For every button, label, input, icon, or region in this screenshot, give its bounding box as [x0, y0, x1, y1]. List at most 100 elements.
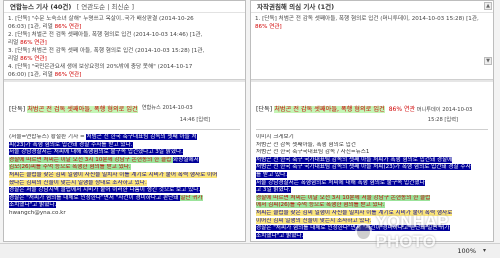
highlighted-text: 김모(26)씨를 주먹 등으로 폭행한 혐의를 받고 있다. [9, 164, 131, 171]
highlighted-text: 화장실에서 [173, 156, 199, 163]
list-item[interactable]: 리얼 86% 연관] [8, 55, 241, 63]
highlighted-text: 씨(23)가 폭행 혐의로 입건돼 경찰 수사를 받고 있다. [9, 141, 133, 148]
highlighted-text: 이어진 김씨 일행의 진술이 맞는지 조사하고 있다. [256, 217, 372, 224]
highlighted-text: 고 3일 밝혔다. [256, 187, 291, 194]
highlighted-text: 서울 강남경찰서는 처씨에 대해 폭행혐의로 불구속 입건했다고 3일 밝혔다. [9, 149, 183, 156]
left-article-header: [단독] 처범곤 전 검독 셋째아들, 폭행 혐의로 입건 연합뉴스 2014-… [9, 104, 240, 113]
status-bar: 100% ▾ [0, 243, 500, 258]
list-item[interactable]: 리얼 86% 연관] [8, 39, 241, 47]
right-article-tag: [단독] [256, 106, 273, 113]
right-pane-title-text: 자작권침해 의심 기사 (1건) [257, 3, 335, 11]
body-text: (서울=연합뉴스) 황철환 기자 = [9, 134, 87, 140]
list-item-text: 06:03) [1관, 리얼 [8, 24, 53, 30]
article-body-line: 김모(26)씨를 주먹 등으로 폭행한 혐의를 받고 있다. [9, 164, 240, 172]
highlighted-text: 에서 김씨(26)를 주먹 등으로 폭행한 혐의를 받고 있다. [256, 202, 385, 209]
relevance-percent: 86% 연관] [52, 72, 82, 78]
relevance-percent: 86% 연관] [52, 24, 82, 30]
right-article-headline-text: 처범곤 전 감독 셋째아들, 폭행 혐의로 입건 [274, 106, 385, 113]
article-body-line: 처범곤 전 한국 축구국대표팀 감독 / 사진=뉴스1 [256, 149, 488, 157]
left-article-view: [단독] 처범곤 전 검독 셋째아들, 폭행 혐의로 입건 연합뉴스 2014-… [4, 82, 245, 240]
article-body-line: 경찰에 따르면 처씨는 이날 오전 3시 10분께 강남구 논현동의 한 클럽 … [9, 156, 240, 165]
article-body-line: 고 3일 밝혔다. [256, 187, 488, 195]
list-item[interactable]: 3. [단독] 처범곤 전 감독 셋째 아들, 폭행 혐의로 입건 (2014-… [8, 47, 241, 55]
right-article-body: 이미지 크게보기 처범곤 전 감독 셋째아들, 폭행 혐의로 입건 처범곤 전 한국… [256, 134, 488, 240]
left-pane-title: 연합뉴스 기사 (40건) [ 연관도순 | 최신순 ] [4, 1, 245, 13]
body-text: hwangch@yna.co.kr [9, 209, 66, 216]
highlighted-text: 경찰은 "처씨가 혐의를 대체로 인정한다"면서 "사건이 경미하다고 판단돼 … [256, 225, 450, 232]
highlighted-text: 경찰은 "처씨가 혐의를 대체로 인정한다"면서 "사건이 경미하다고 판단돼 [9, 194, 181, 201]
scroll-up-arrow-icon[interactable]: ▲ [484, 2, 492, 10]
right-article-source-date: 머니투데이 2014-10-03 [416, 107, 473, 113]
left-article-separator [9, 129, 240, 130]
article-body-line: 경찰은 서울 강남지역 클럽에서 시비가 붙어 이러한 다툼이 생긴 것으로 보… [9, 187, 240, 195]
article-body-line: 조치했다"고 밝혔다. [9, 202, 240, 210]
left-article-headline: [단독] 처범곤 전 검독 셋째아들, 폭행 혐의로 입건 [9, 104, 138, 113]
list-item-text: 3. [단독] 처범곤 전 감독 셋째 아들, 폭행 혐의로 입건 (2014-… [8, 48, 205, 54]
highlighted-text: 일단 귀가 [180, 194, 203, 201]
left-article-list: 1. [단독] "수문 노숙소녀 살해" 누명쓰고 옥살이..국가 배상판결 (… [4, 13, 245, 79]
highlighted-text: 조치했다"고 밝혔다. [256, 232, 304, 239]
article-body-line: (서울=연합뉴스) 황철환 기자 = 처범곤 전 한국 축구대표팀 감독의 셋째… [9, 134, 240, 142]
list-item-text: 4. [단독] "국민은관요새 생애 보상요정의 20%밖에 충당 못해" (2… [8, 64, 193, 70]
article-body-line: 씨(23)가 폭행 혐의로 입건돼 경찰 수사를 받고 있다. [9, 141, 240, 150]
highlighted-text: 처범곤 전 한국 축구 국가대표팀 감독의 셋째 아들 처씨(23)가 폭행 혐… [256, 164, 471, 171]
list-item[interactable]: 06:00) [1관, 리얼 86% 연관] [8, 71, 241, 79]
article-body-line: 를 받고 있다. [256, 171, 488, 180]
right-pane-title: 자작권침해 의심 기사 (1건) [251, 1, 493, 13]
highlighted-text: 졌다는 김씨의 진술이 맞는지 일행을 상대로 조사하고 있다. [9, 179, 147, 186]
list-item[interactable]: 1. [단독] "수문 노숙소녀 살해" 누명쓰고 옥살이..국가 배상판결 (… [8, 15, 241, 23]
list-item-text: 리얼 [8, 40, 19, 46]
list-item[interactable]: 06:03) [1관, 리얼 86% 연관] [8, 23, 241, 31]
right-article-list: 1. [단독] 처범곤 전 감독 셋째아들, 폭행 혐의로 입건 (머니투데이,… [251, 13, 493, 79]
list-item[interactable]: 86% 연관] [255, 23, 489, 31]
article-body-line: 경찰은 "처씨가 혐의를 대체로 인정한다"면서 "사건이 경미하다고 판단돼 … [256, 225, 488, 233]
body-text: 처범곤 전 한국 축구국대표팀 감독 / 사진=뉴스1 [256, 149, 370, 156]
right-article-header: [단독] 처범곤 전 감독 셋째아들, 폭행 혐의로 입건 86% 연관 머니투… [256, 104, 488, 113]
list-item-text: 리얼 [8, 56, 19, 62]
list-item-text: 1. [단독] 처범곤 전 감독 셋째아들, 폭행 혐의로 입건 (머니투데이,… [255, 16, 479, 22]
list-item[interactable]: 4. [단독] "국민은관요새 생애 보상요정의 20%밖에 충당 못해" (2… [8, 63, 241, 71]
list-item[interactable]: 2. [단독] 처벌곤 전 검독 셋째아들, 폭행 혐의로 입건 (2014-1… [8, 31, 241, 39]
highlighted-text: 경찰에 따르면 처씨는 이날 오전 3시 10분께 서울 강남구 논현동의 한 … [256, 194, 431, 201]
article-body-line: 이어진 김씨 일행의 진술이 맞는지 조사하고 있다. [256, 217, 488, 226]
article-body-line: 처범곤 전 한국 축구 국가대표팀 감독의 셋째 아들 처씨(23)가 폭행 혐… [256, 164, 488, 172]
scroll-down-arrow-icon[interactable]: ▼ [484, 57, 492, 65]
highlighted-text: 서울 강남경찰서는 폭행혐의로 처씨에 대해 폭행 혐의로 불구속 입건했다 [256, 179, 425, 186]
zoom-level[interactable]: 100% [457, 247, 476, 255]
list-item-text: 2. [단독] 처벌곤 전 검독 셋째아들, 폭행 혐의로 입건 (2014-1… [8, 32, 203, 38]
article-body-line: 처씨는 클럽을 찾은 김씨 일행이 자신을 밀치자 이를 계기로 시비가 붙어 … [9, 171, 240, 180]
relevance-percent: 86% 연관] [18, 40, 47, 46]
right-article-view: [단독] 처범곤 전 감독 셋째아들, 폭행 혐의로 입건 86% 연관 머니투… [251, 82, 493, 240]
article-body-line: 졌다는 김씨의 진술이 맞는지 일행을 상대로 조사하고 있다. [9, 179, 240, 188]
article-body-line: 처씨는 클럽을 찾은 김씨 일행이 자신을 밀치자 이를 계기로 시비가 붙어 … [256, 209, 488, 218]
article-body-line: 서울 강남경찰서는 처씨에 대해 폭행혐의로 불구속 입건했다고 3일 밝혔다. [9, 149, 240, 157]
article-body-line: 조치했다"고 밝혔다. [256, 232, 488, 240]
highlighted-text: 를 받고 있다. [256, 171, 288, 178]
left-article-time: 14:46 [입력] [179, 117, 210, 123]
left-pane-title-text: 연합뉴스 기사 (40건) [10, 3, 72, 11]
article-body-line: 서울 강남경찰서는 폭행혐의로 처씨에 대해 폭행 혐의로 불구속 입건했다 [256, 179, 488, 188]
sort-tabs[interactable]: [ 연관도순 | 최신순 ] [77, 3, 134, 11]
article-body-line: 경찰에 따르면 처씨는 이날 오전 3시 10분께 서울 강남구 논현동의 한 … [256, 194, 488, 203]
highlighted-text: 경찰에 따르면 처씨는 이날 오전 3시 10분께 강남구 논현동의 한 클럽 [9, 156, 174, 163]
app-window: 연합뉴스 기사 (40건) [ 연관도순 | 최신순 ] 1. [단독] "수문… [0, 0, 500, 258]
highlighted-text: 조치했다"고 밝혔다. [9, 202, 57, 209]
list-item-text: 06:00) [1관, 리얼 [8, 72, 53, 78]
body-text: 처범곤 전 감독 셋째아들, 폭행 혐의로 입건 [256, 141, 356, 148]
relevance-percent: 86% 연관] [255, 24, 282, 30]
left-article-headline-text: 처범곤 전 검독 셋째아들, 폭행 혐의로 입건 [27, 106, 138, 113]
article-body-line: hwangch@yna.co.kr [9, 210, 240, 218]
right-article-relevance: 86% 연관 [388, 106, 416, 113]
chevron-down-icon[interactable]: ▾ [483, 247, 486, 254]
body-text: 이미지 크게보기 [256, 134, 294, 140]
right-article-meta: 86% 연관 머니투데이 2014-10-03 [389, 104, 473, 113]
left-article-tag: [단독] [9, 106, 26, 113]
right-article-separator [256, 129, 488, 130]
list-item[interactable]: 1. [단독] 처범곤 전 감독 셋째아들, 폭행 혐의로 입건 (머니투데이,… [255, 15, 489, 23]
article-body-line: 이미지 크게보기 [256, 134, 488, 142]
left-article-body: (서울=연합뉴스) 황철환 기자 = 처범곤 전 한국 축구대표팀 감독의 셋째… [9, 134, 240, 218]
highlighted-text: 처범곤 전 한국 축구대표팀 감독의 셋째 아들 처 [86, 134, 197, 140]
highlighted-text: 경찰은 서울 강남지역 클럽에서 시비가 붙어 이러한 다툼이 생긴 것으로 보… [9, 187, 201, 194]
article-body-line: 처범곤 전 감독 셋째아들, 폭행 혐의로 입건 [256, 142, 488, 150]
highlighted-text: 처씨는 클럽을 찾은 김씨 일행이 자신을 밀치자 이를 계기로 시비가 붙어 … [9, 171, 218, 178]
